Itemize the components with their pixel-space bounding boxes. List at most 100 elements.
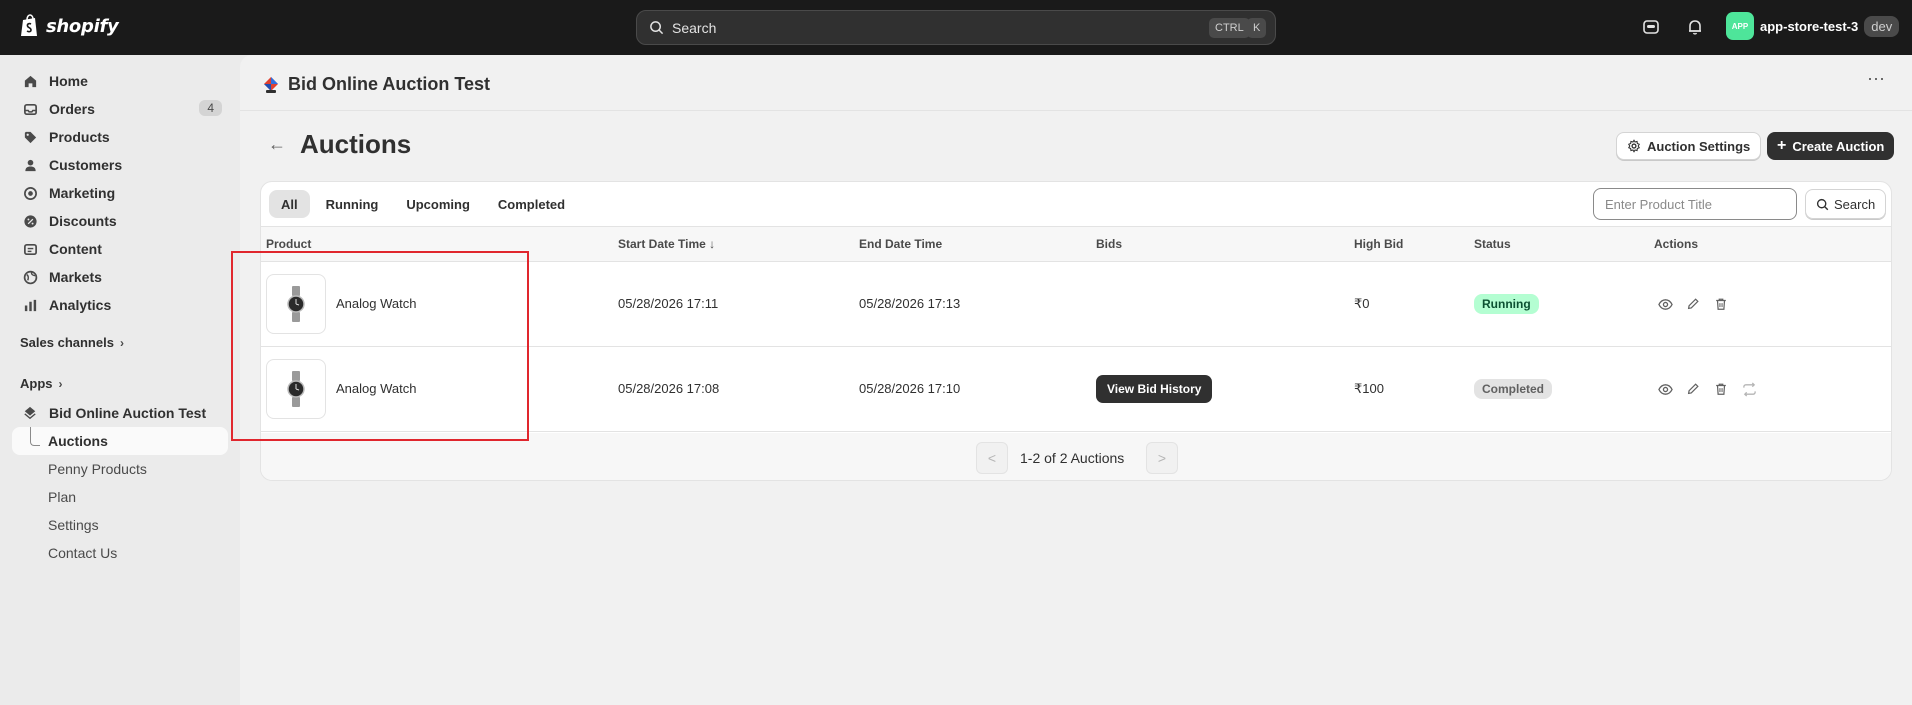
store-name: app-store-test-3 — [1760, 18, 1859, 34]
previous-page-button[interactable]: < — [976, 442, 1008, 474]
tree-connector — [30, 427, 40, 446]
sidebar-item-markets[interactable]: Markets — [12, 264, 228, 290]
gear-icon — [1627, 139, 1641, 153]
target-icon — [22, 185, 38, 201]
chevron-right-icon: › — [58, 376, 63, 391]
highlight-box — [231, 251, 529, 441]
button-label: Auction Settings — [1647, 138, 1751, 154]
sidebar-item-label: Discounts — [49, 213, 117, 229]
high-bid: ₹0 — [1354, 296, 1370, 311]
button-label: Create Auction — [1792, 138, 1885, 154]
chevron-right-icon: › — [119, 335, 124, 350]
sidebar-item-label: Markets — [49, 269, 102, 285]
sidebar-item-orders[interactable]: Orders 4 — [12, 96, 228, 122]
shortcut-ctrl: CTRL — [1209, 18, 1250, 38]
create-auction-button[interactable]: + Create Auction — [1767, 132, 1895, 160]
app-logo-icon — [264, 76, 278, 93]
page-title-row: ← Auctions — [268, 129, 411, 160]
sort-desc-icon: ↓ — [709, 237, 716, 251]
tag-icon — [22, 129, 38, 145]
store-menu[interactable]: APP app-store-test-3 dev — [1726, 12, 1900, 40]
edit-icon[interactable] — [1685, 381, 1701, 397]
relist-icon[interactable] — [1741, 381, 1757, 397]
status-badge: Completed — [1474, 379, 1553, 399]
globe-icon — [22, 269, 38, 285]
app-title-text: Bid Online Auction Test — [288, 74, 490, 94]
sidebar-active-highlight — [12, 427, 228, 455]
button-label: Search — [1834, 196, 1876, 212]
search-icon — [650, 21, 664, 35]
page-title: Auctions — [300, 129, 412, 159]
storefront-icon[interactable] — [1640, 16, 1662, 38]
sidebar-subitem-auctions[interactable]: Auctions — [48, 433, 108, 449]
view-icon[interactable] — [1657, 296, 1673, 312]
content-icon — [22, 241, 38, 257]
tab-running[interactable]: Running — [314, 190, 391, 218]
product-title-search-input[interactable]: Enter Product Title — [1593, 188, 1797, 220]
column-header-start-date[interactable]: Start Date Time ↓ — [618, 237, 715, 251]
end-date: 05/28/2026 17:10 — [859, 381, 961, 396]
start-date: 05/28/2026 17:11 — [618, 296, 719, 311]
bar-chart-icon — [22, 297, 38, 313]
search-icon — [1816, 198, 1829, 210]
search-placeholder: Search — [672, 19, 717, 36]
view-bid-history-button[interactable]: View Bid History — [1096, 375, 1213, 403]
sidebar-item-analytics[interactable]: Analytics — [12, 292, 228, 318]
shopify-logo[interactable]: shopify — [20, 14, 119, 38]
auction-settings-button[interactable]: Auction Settings — [1616, 132, 1762, 160]
column-header-status: Status — [1474, 237, 1511, 251]
bell-icon[interactable] — [1684, 16, 1706, 38]
orders-count-badge: 4 — [199, 100, 222, 116]
start-date: 05/28/2026 17:08 — [618, 381, 720, 396]
shortcut-k: K — [1247, 18, 1267, 38]
column-header-end-date: End Date Time — [859, 237, 943, 251]
delete-icon[interactable] — [1713, 381, 1729, 397]
sidebar-item-home[interactable]: Home — [12, 68, 228, 94]
sidebar-item-label: Content — [49, 241, 102, 257]
person-icon — [22, 157, 38, 173]
apps-link[interactable]: Apps › — [20, 376, 63, 391]
sidebar-subitem-penny-products[interactable]: Penny Products — [48, 461, 147, 477]
edit-icon[interactable] — [1685, 296, 1701, 312]
sidebar-item-customers[interactable]: Customers — [12, 152, 228, 178]
sidebar-item-products[interactable]: Products — [12, 124, 228, 150]
column-header-product: Product — [266, 237, 312, 251]
high-bid: ₹100 — [1354, 381, 1384, 396]
column-header-actions: Actions — [1654, 237, 1699, 251]
sidebar-item-label: Marketing — [49, 185, 116, 201]
sidebar-subitem-contact-us[interactable]: Contact Us — [48, 545, 117, 561]
global-search-input[interactable]: Search CTRL K — [636, 10, 1276, 45]
tab-upcoming[interactable]: Upcoming — [394, 190, 482, 218]
view-icon[interactable] — [1657, 381, 1673, 397]
sidebar-item-discounts[interactable]: Discounts — [12, 208, 228, 234]
sidebar-subitem-settings[interactable]: Settings — [48, 517, 99, 533]
column-header-label: Start Date Time — [618, 237, 706, 251]
top-bar: shopify Search CTRL K APP app-store-test… — [0, 0, 1912, 55]
sales-channels-link[interactable]: Sales channels › — [20, 335, 124, 350]
sidebar-item-label: Orders — [49, 101, 95, 117]
back-arrow-icon[interactable]: ← — [268, 134, 286, 155]
sidebar-item-label: Home — [49, 73, 88, 89]
sidebar-item-content[interactable]: Content — [12, 236, 228, 262]
status-tabs: All Running Upcoming Completed — [269, 190, 577, 218]
end-date: 05/28/2026 17:13 — [859, 296, 961, 311]
next-page-button[interactable]: > — [1146, 442, 1178, 474]
discount-icon — [22, 213, 38, 229]
tab-completed[interactable]: Completed — [486, 190, 577, 218]
search-button[interactable]: Search — [1805, 189, 1887, 219]
sidebar-item-label: Bid Online Auction Test — [49, 405, 207, 421]
delete-icon[interactable] — [1713, 296, 1729, 312]
sidebar-item-label: Products — [49, 129, 110, 145]
app-title: Bid Online Auction Test — [262, 74, 490, 95]
tab-all[interactable]: All — [269, 190, 310, 218]
column-header-high-bid: High Bid — [1354, 237, 1404, 251]
store-badge: dev — [1864, 15, 1900, 37]
app-header: Bid Online Auction Test ⋯ — [240, 55, 1912, 111]
sidebar-item-app[interactable]: Bid Online Auction Test — [12, 400, 228, 426]
brand-name: shopify — [46, 15, 119, 37]
store-avatar: APP — [1726, 12, 1754, 40]
column-header-bids: Bids — [1096, 237, 1123, 251]
sidebar-subitem-plan[interactable]: Plan — [48, 489, 76, 505]
sidebar-item-marketing[interactable]: Marketing — [12, 180, 228, 206]
more-actions-icon[interactable]: ⋯ — [1867, 69, 1886, 90]
